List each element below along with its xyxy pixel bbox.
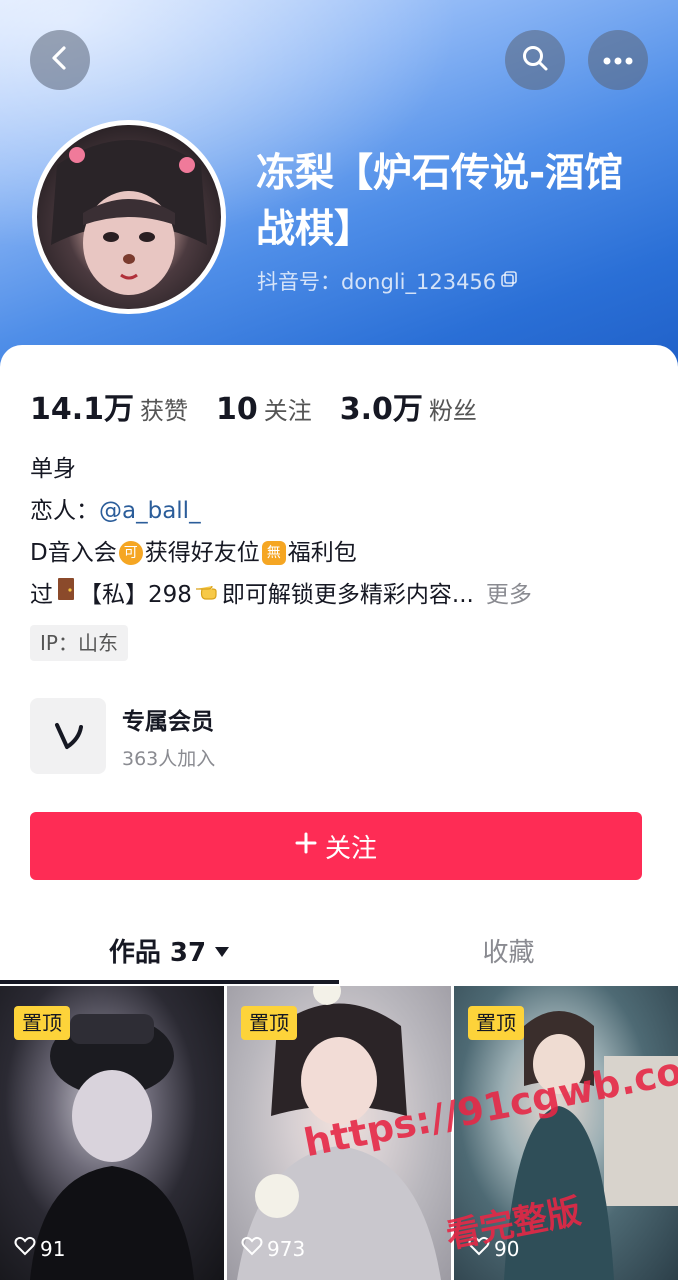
wu-emoji-icon: 無	[261, 541, 286, 565]
stats-row: 14.1万 获赞 10 关注 3.0万 粉丝	[30, 384, 505, 428]
pinned-badge: 置顶	[468, 1006, 524, 1040]
member-v-icon	[30, 698, 106, 774]
tab-works[interactable]: 作品 37	[0, 915, 339, 985]
ip-location-tag: IP：山东	[30, 625, 128, 661]
bio-line-2: 恋人： @a_ball_	[30, 490, 532, 532]
like-count: 91	[14, 1236, 65, 1261]
profile-card	[0, 345, 678, 985]
ke-emoji-icon: 可	[118, 541, 143, 565]
bio-line-4: 过 【私】298 即可解锁更多精彩内容... 更多	[30, 574, 532, 616]
likes-label: 获赞	[140, 397, 189, 425]
bio-more-link[interactable]: 更多	[486, 574, 532, 616]
avatar-image	[51, 140, 207, 295]
following-count[interactable]: 10	[216, 392, 258, 427]
more-icon	[602, 51, 634, 70]
back-button[interactable]	[30, 30, 90, 90]
plus-icon	[295, 831, 317, 861]
member-title: 专属会员	[122, 708, 214, 735]
pinned-badge: 置顶	[241, 1006, 297, 1040]
follow-button[interactable]: 关注	[30, 812, 642, 880]
active-tab-indicator	[0, 980, 339, 984]
door-emoji-icon	[55, 574, 77, 616]
caret-down-icon	[214, 935, 230, 965]
more-button[interactable]	[588, 30, 648, 90]
followers-label[interactable]: 粉丝	[429, 391, 477, 426]
douyin-id[interactable]: 抖音号：dongli_123456	[257, 266, 518, 296]
tab-favorites[interactable]: 收藏	[339, 915, 678, 985]
bio: 单身 恋人： @a_ball_ D音入会 可 获得好友位 無 福利包 过 【私】…	[30, 448, 532, 616]
search-icon	[521, 44, 549, 76]
search-button[interactable]	[505, 30, 565, 90]
bio-line-3: D音入会 可 获得好友位 無 福利包	[30, 540, 357, 566]
profile-tabs: 作品 37 收藏	[0, 915, 678, 985]
profile-name: 冻梨【炉石传说-酒馆战棋】	[256, 151, 624, 252]
video-thumbnail[interactable]: 置顶 91	[0, 986, 224, 1280]
likes-count: 14.1万	[30, 392, 135, 427]
bio-line-1: 单身	[30, 456, 76, 482]
copy-icon[interactable]	[500, 269, 518, 293]
heart-icon	[241, 1236, 263, 1261]
following-label[interactable]: 关注	[264, 391, 312, 426]
pointing-hand-emoji-icon	[194, 574, 220, 616]
partner-mention-link[interactable]: @a_ball_	[99, 490, 201, 532]
like-count: 973	[241, 1236, 305, 1261]
follow-button-label: 关注	[324, 833, 377, 864]
douyin-id-text: 抖音号：dongli_123456	[257, 270, 497, 294]
followers-count[interactable]: 3.0万	[340, 384, 423, 428]
back-icon	[47, 45, 73, 75]
member-subtitle: 363人加入	[122, 747, 216, 770]
heart-icon	[14, 1236, 36, 1261]
avatar[interactable]	[32, 120, 226, 314]
exclusive-membership[interactable]: 专属会员 363人加入	[30, 698, 215, 774]
pinned-badge: 置顶	[14, 1006, 70, 1040]
